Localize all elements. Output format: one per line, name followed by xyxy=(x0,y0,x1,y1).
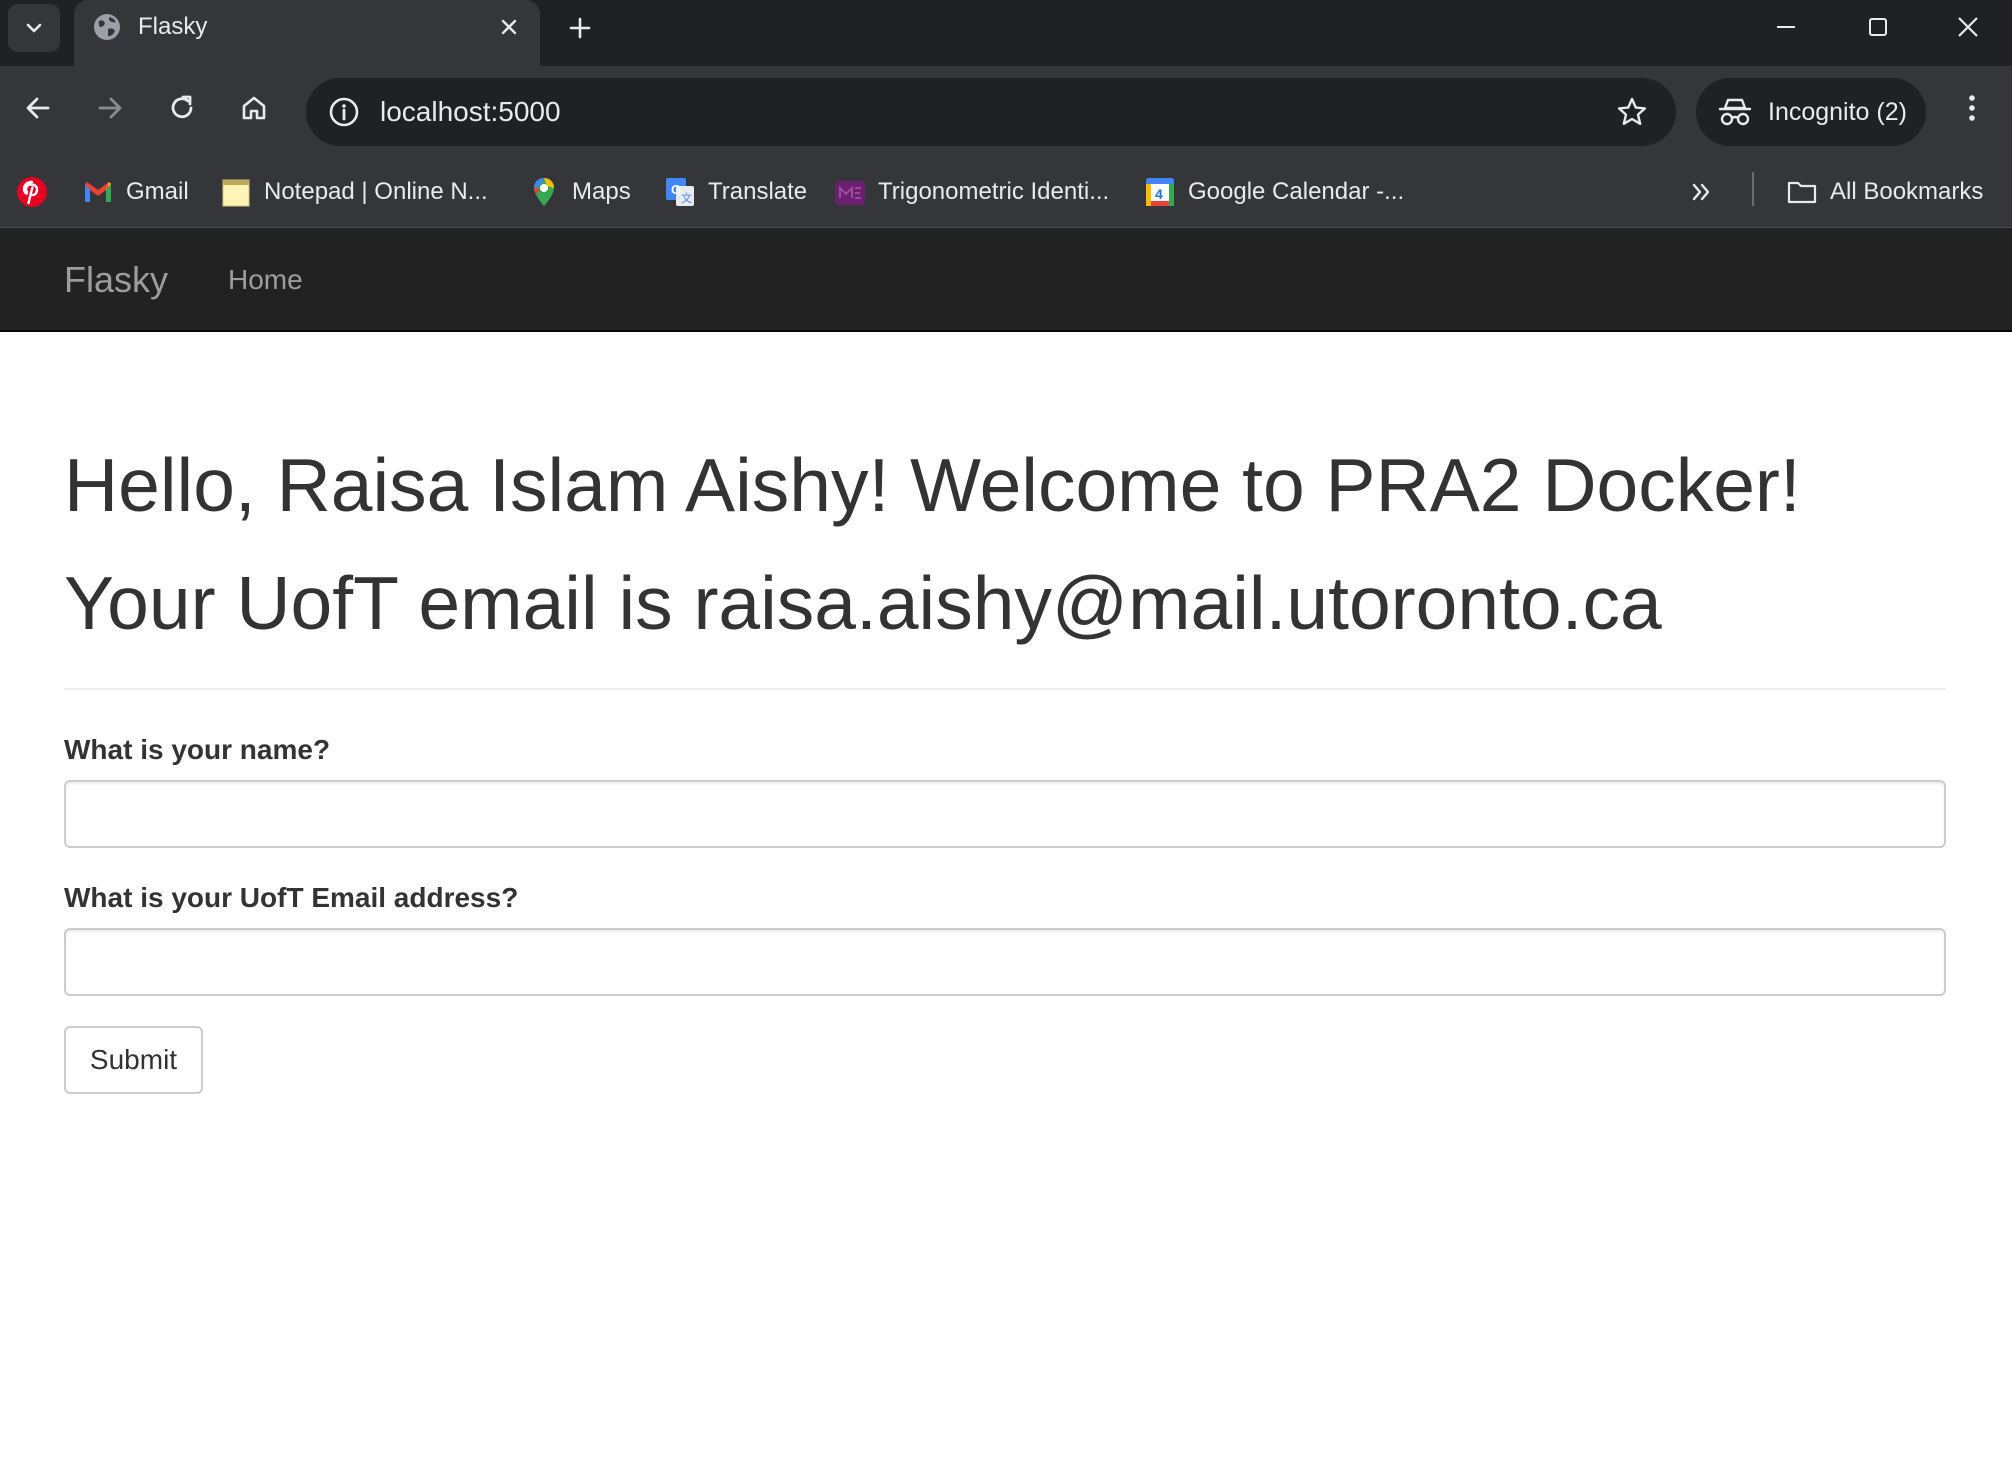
bookmark-google-calendar[interactable]: 4 Google Calendar -... xyxy=(1144,172,1404,212)
bookmark-label: Maps xyxy=(572,178,631,205)
svg-text:文: 文 xyxy=(681,191,692,205)
pinterest-icon xyxy=(17,177,47,207)
all-bookmarks-button[interactable]: All Bookmarks xyxy=(1786,172,1983,212)
double-chevron-right-icon xyxy=(1692,183,1710,201)
bookmarks-divider xyxy=(1752,172,1754,206)
reload-icon xyxy=(171,95,193,119)
chevron-down-icon xyxy=(26,23,42,33)
translate-icon: G 文 xyxy=(666,178,694,206)
close-icon xyxy=(501,19,517,35)
browser-menu-button[interactable] xyxy=(1948,84,1996,132)
active-tab[interactable]: Flasky xyxy=(74,0,540,66)
reload-button[interactable] xyxy=(158,84,206,132)
more-vert-icon xyxy=(1969,95,1975,121)
name-label: What is your name? xyxy=(64,734,331,765)
site-info-button[interactable] xyxy=(320,88,368,136)
calendar-icon: 4 xyxy=(1146,178,1174,206)
tab-close-button[interactable] xyxy=(492,10,526,44)
greeting-heading: Hello, Raisa Islam Aishy! Welcome to PRA… xyxy=(64,443,1801,527)
bookmark-gmail[interactable]: Gmail xyxy=(82,172,189,212)
plus-icon xyxy=(569,17,591,39)
folder-icon xyxy=(1787,181,1817,204)
trig-site-icon xyxy=(835,181,865,205)
bookmark-label: Google Calendar -... xyxy=(1188,178,1405,205)
svg-text:G: G xyxy=(671,182,681,197)
minimize-icon xyxy=(1777,26,1795,28)
tab-search-button[interactable] xyxy=(8,4,60,52)
tab-title: Flasky xyxy=(138,13,208,40)
nav-link-home[interactable]: Home xyxy=(228,262,303,298)
svg-text:4: 4 xyxy=(1155,186,1163,202)
bookmark-maps[interactable]: Maps xyxy=(528,172,631,212)
notepad-icon xyxy=(222,179,250,207)
email-label: What is your UofT Email address? xyxy=(64,882,519,913)
gmail-icon xyxy=(85,182,111,202)
bookmark-label: Notepad | Online N... xyxy=(264,178,488,205)
maps-icon xyxy=(534,178,554,206)
maximize-button[interactable] xyxy=(1832,0,1924,54)
forward-button[interactable] xyxy=(86,84,134,132)
all-bookmarks-label: All Bookmarks xyxy=(1830,178,1984,205)
incognito-icon xyxy=(1718,98,1752,126)
navbar-brand[interactable]: Flasky xyxy=(64,258,168,302)
bookmark-label: Translate xyxy=(708,178,808,205)
bookmark-label: Trigonometric Identi... xyxy=(878,178,1110,205)
home-icon xyxy=(242,96,266,120)
new-tab-button[interactable] xyxy=(560,8,600,48)
incognito-profile-button[interactable]: Incognito (2) xyxy=(1696,78,1926,146)
bookmark-pinterest[interactable] xyxy=(16,172,48,212)
bookmark-notepad[interactable]: Notepad | Online N... xyxy=(220,172,488,212)
bookmarks-bar: Gmail Notepad | Online N... Maps G 文 Tra… xyxy=(0,158,2012,228)
page-header: Hello, Raisa Islam Aishy! Welcome to PRA… xyxy=(64,440,1946,690)
incognito-label: Incognito (2) xyxy=(1768,98,1907,126)
email-heading: Your UofT email is raisa.aishy@mail.utor… xyxy=(64,561,1662,645)
bookmark-star-button[interactable] xyxy=(1608,88,1656,136)
browser-toolbar: localhost:5000 Incognito (2) xyxy=(0,66,2012,158)
info-icon xyxy=(329,97,359,127)
arrow-left-icon xyxy=(26,97,50,119)
app-navbar: Flasky Home xyxy=(0,228,2012,332)
tab-strip: Flasky xyxy=(0,0,2012,66)
star-icon xyxy=(1617,97,1647,125)
close-icon xyxy=(1958,17,1978,37)
submit-button[interactable]: Submit xyxy=(64,1026,203,1094)
back-button[interactable] xyxy=(14,84,62,132)
url-text: localhost:5000 xyxy=(380,96,561,127)
close-window-button[interactable] xyxy=(1922,0,2012,54)
email-input[interactable] xyxy=(64,928,1946,996)
maximize-icon xyxy=(1869,18,1887,36)
bookmarks-overflow-button[interactable] xyxy=(1688,172,1716,212)
name-input[interactable] xyxy=(64,780,1946,848)
bookmark-trigonometric[interactable]: Trigonometric Identi... xyxy=(834,172,1109,212)
address-bar[interactable]: localhost:5000 xyxy=(306,78,1676,146)
bookmark-label: Gmail xyxy=(126,178,189,205)
arrow-right-icon xyxy=(98,97,122,119)
minimize-button[interactable] xyxy=(1740,0,1832,54)
globe-icon xyxy=(94,14,120,40)
bookmark-translate[interactable]: G 文 Translate xyxy=(664,172,807,212)
home-button[interactable] xyxy=(230,84,278,132)
